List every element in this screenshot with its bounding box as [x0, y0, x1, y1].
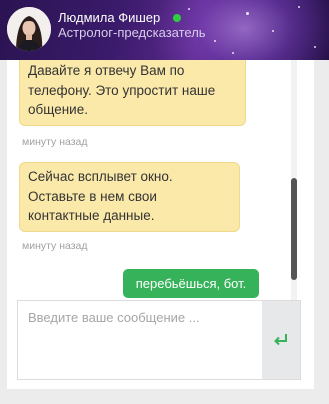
star: [188, 8, 190, 10]
send-button[interactable]: [262, 301, 300, 379]
scrollbar-thumb[interactable]: [291, 178, 297, 280]
star: [232, 52, 234, 54]
chat-header: Людмила Фишер Астролог-предсказатель: [0, 0, 329, 60]
star: [214, 40, 216, 42]
scrollbar[interactable]: [291, 60, 297, 300]
online-status-dot: [173, 14, 181, 22]
incoming-message: Давайте я отвечу Вам по телефону. Это уп…: [19, 60, 246, 126]
message-timestamp: минуту назад: [22, 136, 88, 148]
message-text: Сейчас всплывет окно. Оставьте в нем сво…: [28, 169, 173, 223]
agent-role: Астролог-предсказатель: [58, 25, 206, 40]
chat-panel: Давайте я отвечу Вам по телефону. Это уп…: [7, 60, 314, 389]
chat-widget: Людмила Фишер Астролог-предсказатель Дав…: [0, 0, 329, 404]
star: [272, 30, 274, 32]
star: [298, 6, 300, 8]
outgoing-message: перебьёшься, бот.: [123, 269, 259, 298]
agent-name: Людмила Фишер: [58, 10, 161, 25]
message-text: Давайте я отвечу Вам по телефону. Это уп…: [28, 63, 216, 117]
star: [246, 12, 249, 15]
star: [314, 46, 316, 48]
avatar: [7, 7, 51, 51]
message-input[interactable]: [18, 301, 262, 379]
incoming-message: Сейчас всплывет окно. Оставьте в нем сво…: [19, 162, 240, 232]
enter-arrow-icon: [274, 334, 287, 346]
message-timestamp: минуту назад: [22, 240, 88, 252]
message-list: Давайте я отвечу Вам по телефону. Это уп…: [7, 60, 297, 300]
composer: [17, 300, 301, 380]
